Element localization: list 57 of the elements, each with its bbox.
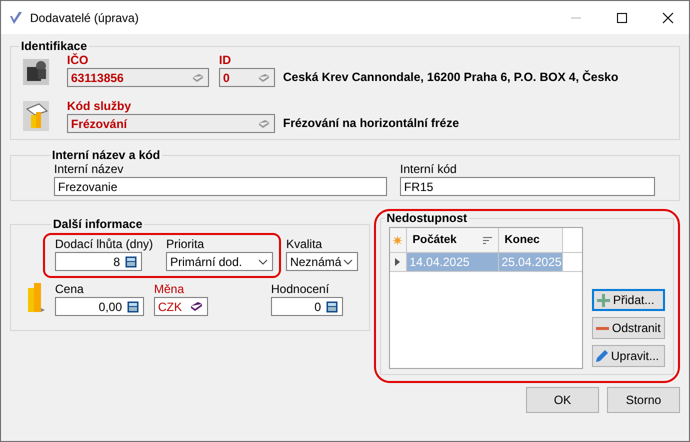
chevron-down-icon [258, 258, 268, 264]
input-field[interactable]: FR15 [400, 177, 655, 196]
field-label: Měna [154, 282, 186, 296]
chart-icon [23, 101, 49, 131]
remove-button[interactable]: Odstranit [592, 317, 665, 339]
input-field[interactable]: CZK [154, 297, 208, 316]
window-title: Dodavatelé (úprava) [30, 10, 139, 24]
minus-icon [596, 326, 609, 330]
book-icon [258, 118, 270, 128]
data-grid[interactable]: Počátek Konec 14.04.2025 25.04.2025 [388, 227, 582, 369]
group-title: Nedostupnost [386, 211, 468, 225]
field-label: Hodnocení [271, 282, 330, 296]
sort-icon [482, 236, 492, 244]
group-title: Interní název a kód [51, 148, 162, 162]
group-title: Identifikace [20, 39, 88, 53]
add-button[interactable]: Přidat... [592, 289, 665, 311]
calculator-icon [125, 256, 137, 268]
field-label: Kvalita [286, 237, 324, 251]
input-field[interactable]: 0,00 [55, 297, 144, 316]
cancel-button[interactable]: Storno [607, 387, 680, 413]
close-icon[interactable] [662, 12, 674, 24]
edit-button[interactable]: Upravit... [592, 345, 665, 367]
input-field[interactable]: 0 [271, 297, 343, 316]
field-label: ID [219, 53, 232, 67]
field-label: Interní název [54, 162, 124, 176]
field-label: Dodací lhůta (dny) [55, 237, 154, 251]
book-icon [190, 301, 203, 312]
group-title: Další informace [52, 217, 144, 231]
book-icon [258, 72, 270, 82]
calculator-icon [127, 300, 139, 312]
book-icon [192, 72, 204, 82]
maximize-icon[interactable] [616, 12, 628, 24]
input-field[interactable]: Frezovanie [54, 177, 387, 196]
chevron-down-icon [343, 258, 354, 264]
input-field[interactable]: 63113856 [67, 68, 209, 87]
column-header[interactable]: Konec [498, 228, 562, 252]
dropdown[interactable]: Primární dod. [166, 252, 274, 271]
calculator-icon [326, 300, 338, 312]
field-label: Interní kód [400, 162, 458, 176]
ok-button[interactable]: OK [526, 387, 599, 413]
field-label: Kód služby [67, 99, 132, 113]
field-label: IČO [67, 53, 90, 67]
supplier-address: Ceská Krev Cannondale, 16200 Praha 6, P.O. BOX 4, Česko [283, 70, 618, 84]
field-label: Cena [55, 282, 85, 296]
input-field[interactable]: Frézování [67, 114, 275, 133]
plus-icon [597, 294, 610, 306]
row-pointer-icon [395, 258, 400, 266]
sun-icon [393, 236, 402, 244]
input-field[interactable]: 8 [55, 252, 142, 271]
field-label: Priorita [166, 237, 206, 251]
pencil-icon [596, 350, 608, 362]
input-field[interactable]: 0 [219, 68, 275, 87]
service-description: Frézování na horizontální fréze [283, 116, 460, 130]
dropdown[interactable]: Neznámá [286, 252, 358, 271]
building-icon [23, 59, 49, 85]
column-header[interactable]: Počátek [406, 228, 498, 252]
checkmark-icon [9, 10, 23, 24]
